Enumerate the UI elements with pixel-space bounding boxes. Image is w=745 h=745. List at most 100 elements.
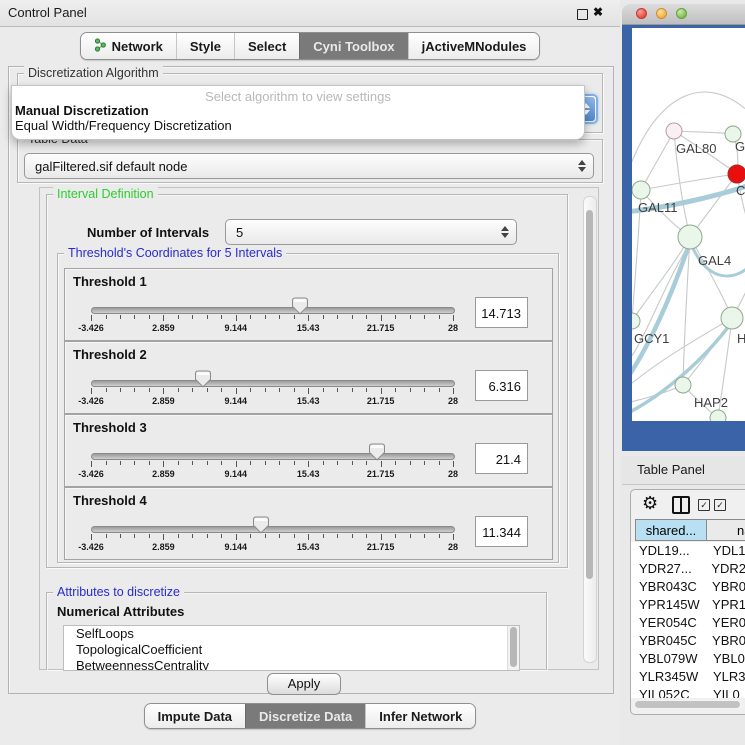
checkbox-icon[interactable]: ✓ bbox=[698, 499, 710, 511]
tab-label: Cyni Toolbox bbox=[313, 39, 394, 54]
slider-track[interactable] bbox=[91, 307, 455, 314]
slider-handle[interactable] bbox=[369, 443, 385, 461]
red-node[interactable] bbox=[728, 165, 745, 183]
attribute-item[interactable]: SelfLoops bbox=[64, 626, 519, 642]
slider-track[interactable] bbox=[91, 453, 455, 460]
network-view-frame: GAL80GACGAL11GAL4GCY1HHAP2 bbox=[622, 25, 745, 451]
GCY1-node[interactable] bbox=[632, 313, 640, 329]
checkbox-icon[interactable]: ✓ bbox=[714, 499, 726, 511]
slider-tick-label: -3.426 bbox=[69, 396, 113, 406]
thresholds-group: Threshold's Coordinates for 5 Intervals … bbox=[57, 253, 559, 563]
dropdown-option[interactable]: Manual Discretization bbox=[15, 103, 149, 118]
network-edge bbox=[641, 174, 737, 190]
gear-icon[interactable]: ⚙ bbox=[642, 493, 658, 514]
attributes-list-scrollbar[interactable] bbox=[507, 626, 519, 670]
GAL80-node[interactable] bbox=[666, 123, 682, 139]
network-window: GAL80GACGAL11GAL4GCY1HHAP2 bbox=[622, 4, 745, 451]
num-intervals-value: 5 bbox=[226, 225, 501, 240]
network-graph: GAL80GACGAL11GAL4GCY1HHAP2 bbox=[632, 28, 745, 421]
node-label: GAL4 bbox=[698, 253, 731, 268]
settings-panel: Discretization Algorithm Select algorith… bbox=[8, 66, 614, 694]
table-row[interactable]: YBL079WYBL0 bbox=[631, 650, 745, 668]
table-row[interactable]: YBR043CYBR0 bbox=[631, 578, 745, 596]
slider-track[interactable] bbox=[91, 526, 455, 533]
split-panel-icon[interactable] bbox=[672, 496, 690, 514]
attributes-list[interactable]: SelfLoopsTopologicalCoefficientBetweenne… bbox=[63, 625, 520, 671]
minimize-traffic-light-icon[interactable] bbox=[656, 8, 667, 19]
table-data-value: galFiltered.sif default node bbox=[25, 159, 578, 174]
tab-jactivemnodules[interactable]: jActiveMNodules bbox=[408, 33, 540, 59]
float-window-icon[interactable] bbox=[577, 9, 588, 20]
num-intervals-combobox[interactable]: 5 bbox=[225, 219, 517, 245]
thresholds-group-label: Threshold's Coordinates for 5 Intervals bbox=[64, 246, 286, 260]
cell-name: YDR2 bbox=[703, 560, 745, 578]
tab-select[interactable]: Select bbox=[234, 33, 299, 59]
network-window-titlebar[interactable] bbox=[622, 4, 745, 25]
table-row[interactable]: YIL052CYIL0 bbox=[631, 686, 745, 698]
slider-tick-label: 9.144 bbox=[214, 396, 258, 406]
threshold-value-field[interactable]: 14.713 bbox=[475, 297, 528, 328]
table-row[interactable]: YLR345WYLR3 bbox=[631, 668, 745, 686]
H-node[interactable] bbox=[721, 307, 743, 329]
column-header-shared[interactable]: shared... bbox=[635, 519, 707, 541]
scrollbar-thumb[interactable] bbox=[586, 210, 593, 579]
top-tab-bar: NetworkStyleSelect Cyni Toolbox jActiveMNo… bbox=[0, 32, 620, 60]
table-data-combobox[interactable]: galFiltered.sif default node bbox=[24, 153, 594, 179]
threshold-value-field[interactable]: 11.344 bbox=[475, 516, 528, 547]
apply-button[interactable]: Apply bbox=[267, 673, 341, 695]
slider-tick-label: -3.426 bbox=[69, 323, 113, 333]
column-header-name[interactable]: name bbox=[706, 519, 745, 541]
tab-infer-network[interactable]: Infer Network bbox=[365, 704, 475, 728]
dropdown-option[interactable]: Equal Width/Frequency Discretization bbox=[15, 118, 232, 133]
network-canvas[interactable]: GAL80GACGAL11GAL4GCY1HHAP2 bbox=[632, 28, 745, 421]
table-panel: ⚙ ✓ ✓ shared... name YDL19...YDL1YDR27..… bbox=[630, 489, 745, 715]
threshold-panel: Threshold 2-3.4262.8599.14415.4321.71528… bbox=[64, 341, 553, 414]
node[interactable] bbox=[710, 410, 726, 421]
slider-tick-label: 21.715 bbox=[359, 323, 403, 333]
control-panel-titlebar: Control Panel ✖ bbox=[0, 0, 620, 27]
table-row[interactable]: YPR145WYPR1 bbox=[631, 596, 745, 614]
tab-discretize-data[interactable]: Discretize Data bbox=[245, 704, 365, 728]
slider-track[interactable] bbox=[91, 380, 455, 387]
zoom-traffic-light-icon[interactable] bbox=[676, 8, 687, 19]
scrollbar-thumb[interactable] bbox=[635, 701, 740, 708]
attribute-item[interactable]: BetweennessCentrality bbox=[64, 658, 519, 671]
tab-impute-data[interactable]: Impute Data bbox=[145, 704, 245, 728]
combobox-arrows-icon[interactable] bbox=[578, 160, 593, 172]
tab-network[interactable]: Network bbox=[81, 33, 176, 59]
close-icon[interactable]: ✖ bbox=[593, 5, 603, 19]
table-row[interactable]: YDR27...YDR2 bbox=[631, 560, 745, 578]
slider-tick-label: 28 bbox=[431, 542, 475, 552]
table-horizontal-scrollbar[interactable] bbox=[634, 700, 742, 709]
slider-tick-label: -3.426 bbox=[69, 542, 113, 552]
bottom-tab-bar: Impute Data Discretize DataInfer Network bbox=[0, 703, 620, 729]
tab-style[interactable]: Style bbox=[176, 33, 234, 59]
attributes-group: Attributes to discretize Numerical Attri… bbox=[46, 592, 547, 670]
cell-shared-name: YDL19... bbox=[631, 542, 705, 560]
slider-handle[interactable] bbox=[195, 370, 211, 388]
slider-handle[interactable] bbox=[253, 516, 269, 534]
GAL4-node[interactable] bbox=[678, 225, 702, 249]
top-tabs-pill: NetworkStyleSelect Cyni Toolbox jActiveMNo… bbox=[80, 32, 541, 60]
close-traffic-light-icon[interactable] bbox=[636, 8, 647, 19]
table-row[interactable]: YBR045CYBR0 bbox=[631, 632, 745, 650]
slider-tick-label: 2.859 bbox=[141, 469, 185, 479]
table-row[interactable]: YDL19...YDL1 bbox=[631, 542, 745, 560]
combobox-arrows-icon[interactable] bbox=[501, 226, 516, 238]
threshold-value-field[interactable]: 21.4 bbox=[475, 443, 528, 474]
table-panel-title: Table Panel bbox=[637, 456, 705, 484]
tab-label: Impute Data bbox=[158, 709, 232, 724]
slider-tick-label: 28 bbox=[431, 396, 475, 406]
cell-name: YBL0 bbox=[705, 650, 745, 668]
table-row[interactable]: YER054CYER0 bbox=[631, 614, 745, 632]
threshold-label: Threshold 2 bbox=[73, 347, 147, 362]
tab-cyni-toolbox[interactable]: Cyni Toolbox bbox=[299, 33, 407, 59]
cell-name: YLR3 bbox=[705, 668, 745, 686]
settings-vertical-scrollbar[interactable] bbox=[583, 196, 597, 663]
slider-tick-label: 2.859 bbox=[141, 396, 185, 406]
slider-handle[interactable] bbox=[292, 297, 308, 315]
threshold-value-field[interactable]: 6.316 bbox=[475, 370, 528, 401]
HAP2-node[interactable] bbox=[675, 377, 691, 393]
GAL11-node[interactable] bbox=[632, 181, 650, 199]
attribute-item[interactable]: TopologicalCoefficient bbox=[64, 642, 519, 658]
